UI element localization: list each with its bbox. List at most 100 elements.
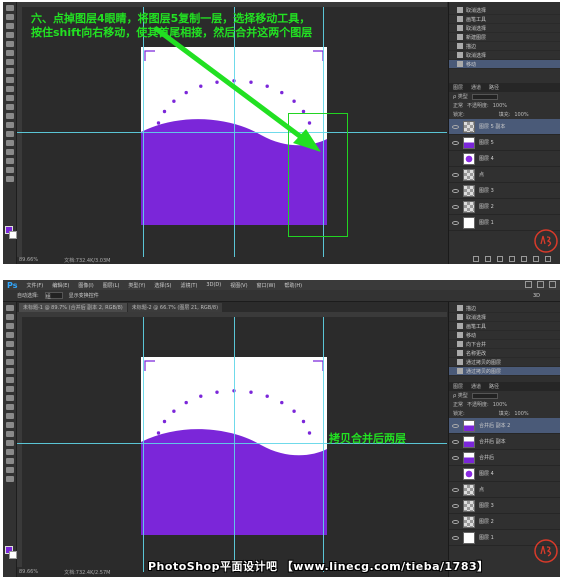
lasso-tool-icon[interactable] xyxy=(5,323,14,329)
lock-row: 锁定: 填充: 100% xyxy=(453,410,529,418)
layer-row[interactable]: 图层 4 xyxy=(449,466,560,482)
eye-icon[interactable] xyxy=(452,423,459,428)
history-step-icon xyxy=(457,368,463,374)
kind-dropdown[interactable] xyxy=(471,392,498,399)
background-color-swatch[interactable] xyxy=(9,551,17,559)
history-item[interactable]: 取消选择 xyxy=(449,313,560,322)
stamp-tool-icon[interactable] xyxy=(5,377,14,383)
zoom-level[interactable]: 89.66% xyxy=(19,569,38,575)
kind-filter[interactable]: ρ 类型 xyxy=(453,392,468,399)
history-item[interactable]: 移动 xyxy=(449,331,560,340)
layer-thumbnail xyxy=(463,451,475,464)
eye-icon[interactable] xyxy=(452,535,459,540)
magic-wand-tool-icon[interactable] xyxy=(5,332,14,338)
eye-icon[interactable] xyxy=(452,487,459,492)
history-item[interactable]: 向下合并 xyxy=(449,340,560,349)
layer-row[interactable]: 点 xyxy=(449,482,560,498)
blend-mode-select[interactable]: 正常 xyxy=(453,401,463,408)
arc-dot xyxy=(307,431,312,435)
history-brush-icon[interactable] xyxy=(5,386,14,392)
heal-tool-icon[interactable] xyxy=(5,359,14,365)
arc-dot xyxy=(184,400,188,405)
type-tool-icon[interactable] xyxy=(5,440,14,446)
layer-thumbnail xyxy=(463,419,475,432)
tab-layers[interactable]: 图层 xyxy=(453,383,463,390)
history-item[interactable]: 描边 xyxy=(449,304,560,313)
eye-icon[interactable] xyxy=(452,519,459,524)
history-item[interactable]: 画笔工具 xyxy=(449,322,560,331)
eyedropper-tool-icon[interactable] xyxy=(5,350,14,356)
move-tool-icon[interactable] xyxy=(5,305,14,311)
blend-row: 正常 不透明度: 100% xyxy=(453,401,507,409)
close-icon[interactable] xyxy=(549,281,556,288)
shape-tool-icon[interactable] xyxy=(5,458,14,464)
auto-select-dropdown[interactable]: 组 xyxy=(44,292,63,300)
menu-view[interactable]: 视图(V) xyxy=(230,282,247,289)
layer-thumbnail xyxy=(463,435,475,448)
maximize-icon[interactable] xyxy=(537,281,544,288)
arc-dot xyxy=(280,400,284,405)
layer-row[interactable]: 合并后 副本 xyxy=(449,434,560,450)
hand-tool-icon[interactable] xyxy=(5,467,14,473)
menu-edit[interactable]: 编辑(E) xyxy=(52,282,69,289)
history-item[interactable]: 名称更改 xyxy=(449,349,560,358)
tab-paths[interactable]: 路径 xyxy=(489,383,499,390)
opacity-field[interactable]: 100% xyxy=(493,402,507,408)
show-transform-checkbox[interactable]: 显示变换控件 xyxy=(69,292,99,299)
menu-file[interactable]: 文件(F) xyxy=(26,282,43,289)
guide-vertical-left[interactable] xyxy=(143,317,144,572)
blur-tool-icon[interactable] xyxy=(5,413,14,419)
history-step-icon xyxy=(457,305,463,311)
layer-row[interactable]: 合并后 xyxy=(449,450,560,466)
doc-tab-active[interactable]: 未标题-1 @ 89.7% (合并后 副本 2, RGB/8) xyxy=(19,303,127,312)
guide-vertical-right[interactable] xyxy=(323,317,324,572)
arc-dot xyxy=(292,409,296,413)
layer-thumbnail xyxy=(463,467,475,480)
zoom-tool-icon[interactable] xyxy=(5,476,14,482)
layers-list: 合并后 副本 2 合并后 副本 合并后 图层 4 点 图层 3 图层 2 图层 … xyxy=(449,418,560,546)
workspace-select[interactable]: 3D xyxy=(533,293,540,299)
layer-thumbnail xyxy=(463,531,475,544)
eraser-tool-icon[interactable] xyxy=(5,395,14,401)
menu-3d[interactable]: 3D(D) xyxy=(206,282,221,288)
window-controls xyxy=(525,281,556,288)
minimize-icon[interactable] xyxy=(525,281,532,288)
signature-stamp xyxy=(534,539,558,563)
history-item[interactable]: 通过拷贝的图层 xyxy=(449,358,560,367)
marquee-tool-icon[interactable] xyxy=(5,314,14,320)
doc-tab[interactable]: 未标题-2 @ 66.7% (图层 21, RGB/8) xyxy=(127,303,223,312)
layer-row-selected[interactable]: 合并后 副本 2 xyxy=(449,418,560,434)
ruler-vertical xyxy=(17,317,22,567)
ruler-horizontal xyxy=(17,312,447,317)
tab-channels[interactable]: 通道 xyxy=(471,383,481,390)
eye-hidden-icon[interactable] xyxy=(452,472,459,476)
guide-vertical-center[interactable] xyxy=(234,317,235,572)
menu-select[interactable]: 选择(S) xyxy=(154,282,171,289)
menu-image[interactable]: 图像(I) xyxy=(78,282,93,289)
menu-filter[interactable]: 滤镜(T) xyxy=(180,282,197,289)
history-step-icon xyxy=(457,332,463,338)
menu-window[interactable]: 窗口(W) xyxy=(257,282,276,289)
layer-row[interactable]: 图层 3 xyxy=(449,498,560,514)
menu-layer[interactable]: 图层(L) xyxy=(103,282,120,289)
eye-icon[interactable] xyxy=(452,455,459,460)
history-item-selected[interactable]: 通过拷贝的图层 xyxy=(449,367,560,376)
history-step-icon xyxy=(457,314,463,320)
arc-dot xyxy=(301,419,306,424)
eye-icon[interactable] xyxy=(452,503,459,508)
gradient-tool-icon[interactable] xyxy=(5,404,14,410)
menu-bar: Ps 文件(F) 编辑(E) 图像(I) 图层(L) 类型(Y) 选择(S) 滤… xyxy=(3,280,560,290)
menu-type[interactable]: 类型(Y) xyxy=(128,282,145,289)
layer-row[interactable]: 图层 2 xyxy=(449,514,560,530)
fill-field[interactable]: 100% xyxy=(514,411,528,417)
dodge-tool-icon[interactable] xyxy=(5,422,14,428)
path-select-icon[interactable] xyxy=(5,449,14,455)
pen-tool-icon[interactable] xyxy=(5,431,14,437)
menu-help[interactable]: 帮助(H) xyxy=(284,282,302,289)
eye-icon[interactable] xyxy=(452,439,459,444)
arc-dot xyxy=(265,394,269,398)
merge-annotation: 拷贝合并后两层 xyxy=(329,432,406,445)
crop-tool-icon[interactable] xyxy=(5,341,14,347)
brush-tool-icon[interactable] xyxy=(5,368,14,374)
arc-dot xyxy=(215,390,219,394)
